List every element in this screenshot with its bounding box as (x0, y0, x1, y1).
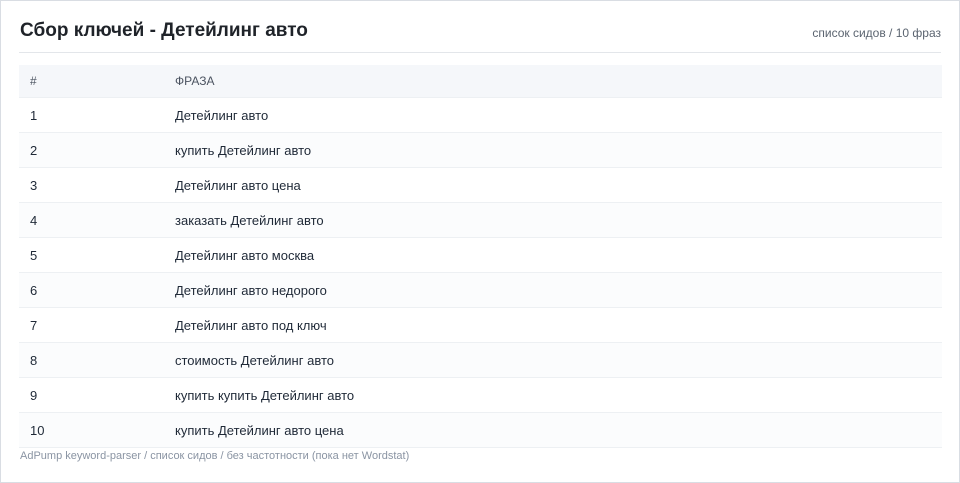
keywords-table: # ФРАЗА 1 Детейлинг авто 2 купить Детейл… (19, 65, 942, 448)
row-number: 10 (19, 412, 175, 448)
row-number: 7 (19, 307, 175, 343)
table-row: 7 Детейлинг авто под ключ (19, 307, 942, 343)
table-row: 10 купить Детейлинг авто цена (19, 412, 942, 448)
table-row: 3 Детейлинг авто цена (19, 167, 942, 203)
page-title: Сбор ключей - Детейлинг авто (20, 20, 308, 41)
row-phrase: Детейлинг авто москва (175, 237, 942, 273)
card-header: Сбор ключей - Детейлинг авто список сидо… (19, 1, 941, 53)
table-row: 5 Детейлинг авто москва (19, 237, 942, 273)
row-phrase: стоимость Детейлинг авто (175, 342, 942, 378)
row-phrase: Детейлинг авто под ключ (175, 307, 942, 343)
table-row: 2 купить Детейлинг авто (19, 132, 942, 168)
row-phrase: Детейлинг авто (175, 97, 942, 133)
table-row: 8 стоимость Детейлинг авто (19, 342, 942, 378)
row-number: 3 (19, 167, 175, 203)
row-number: 8 (19, 342, 175, 378)
row-number: 5 (19, 237, 175, 273)
column-header-number: # (19, 65, 175, 98)
row-number: 2 (19, 132, 175, 168)
row-number: 6 (19, 272, 175, 308)
table-row: 4 заказать Детейлинг авто (19, 202, 942, 238)
row-phrase: купить купить Детейлинг авто (175, 377, 942, 413)
row-number: 4 (19, 202, 175, 238)
table-header-row: # ФРАЗА (19, 65, 942, 98)
row-phrase: купить Детейлинг авто цена (175, 412, 942, 448)
keywords-card: Сбор ключей - Детейлинг авто список сидо… (0, 0, 960, 483)
row-phrase: купить Детейлинг авто (175, 132, 942, 168)
row-number: 1 (19, 97, 175, 133)
column-header-phrase: ФРАЗА (175, 65, 942, 98)
row-number: 9 (19, 377, 175, 413)
row-phrase: заказать Детейлинг авто (175, 202, 942, 238)
table-row: 6 Детейлинг авто недорого (19, 272, 942, 308)
table-row: 9 купить купить Детейлинг авто (19, 377, 942, 413)
row-phrase: Детейлинг авто недорого (175, 272, 942, 308)
table-row: 1 Детейлинг авто (19, 97, 942, 133)
seed-count-label: список сидов / 10 фраз (812, 26, 941, 40)
footer-note: AdPump keyword-parser / список сидов / б… (20, 450, 410, 462)
row-phrase: Детейлинг авто цена (175, 167, 942, 203)
